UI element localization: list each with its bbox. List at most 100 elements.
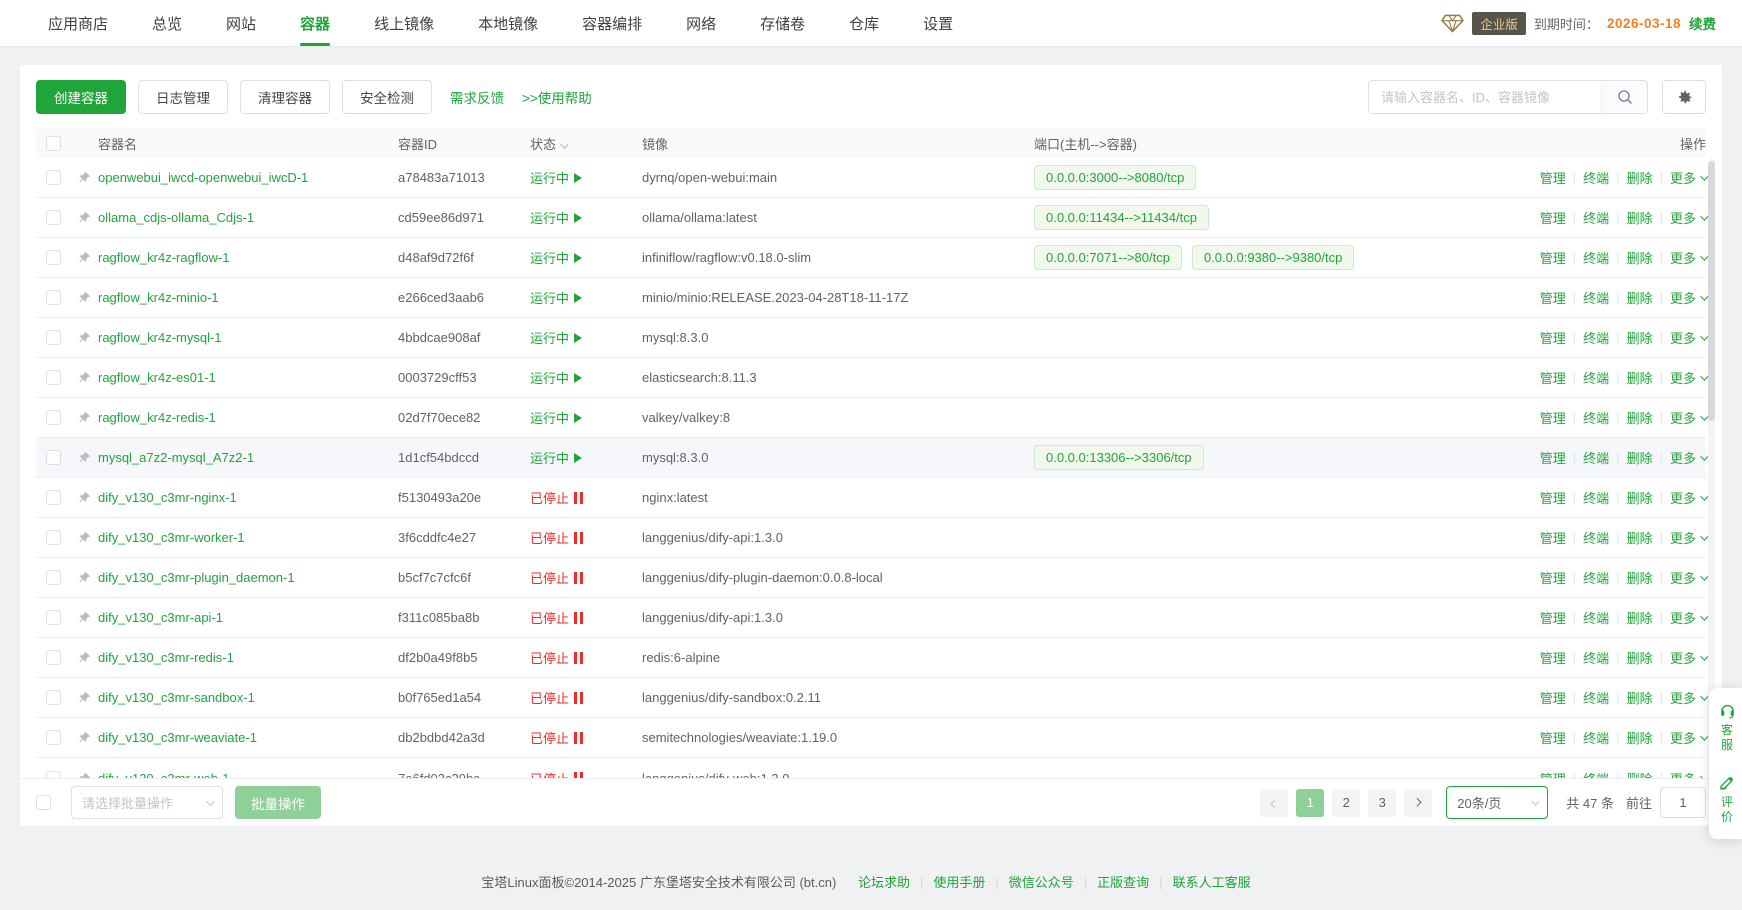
action-more[interactable]: 更多 xyxy=(1670,608,1706,627)
container-name-link[interactable]: ragflow_kr4z-redis-1 xyxy=(98,410,216,425)
tab-本地镜像[interactable]: 本地镜像 xyxy=(456,0,560,46)
action-delete[interactable]: 删除 xyxy=(1627,528,1653,547)
container-name-link[interactable]: dify_v130_c3mr-plugin_daemon-1 xyxy=(98,570,295,585)
container-name-link[interactable]: ollama_cdjs-ollama_Cdjs-1 xyxy=(98,210,254,225)
action-more[interactable]: 更多 xyxy=(1670,648,1706,667)
action-manage[interactable]: 管理 xyxy=(1540,568,1566,587)
footer-link-正版查询[interactable]: 正版查询 xyxy=(1097,875,1149,890)
action-delete[interactable]: 删除 xyxy=(1627,208,1653,227)
action-manage[interactable]: 管理 xyxy=(1540,248,1566,267)
table-scrollbar-thumb[interactable] xyxy=(1708,161,1715,421)
action-delete[interactable]: 删除 xyxy=(1627,408,1653,427)
action-delete[interactable]: 删除 xyxy=(1627,248,1653,267)
row-checkbox[interactable] xyxy=(46,450,61,465)
row-checkbox[interactable] xyxy=(46,610,61,625)
tab-应用商店[interactable]: 应用商店 xyxy=(26,0,130,46)
action-manage[interactable]: 管理 xyxy=(1540,488,1566,507)
container-name-link[interactable]: ragflow_kr4z-mysql-1 xyxy=(98,330,222,345)
action-manage[interactable]: 管理 xyxy=(1540,208,1566,227)
action-more[interactable]: 更多 xyxy=(1670,408,1706,427)
container-name-link[interactable]: dify_v130_c3mr-worker-1 xyxy=(98,530,245,545)
action-delete[interactable]: 删除 xyxy=(1627,168,1653,187)
footer-link-使用手册[interactable]: 使用手册 xyxy=(933,875,985,890)
action-more[interactable]: 更多 xyxy=(1670,248,1706,267)
row-checkbox[interactable] xyxy=(46,250,61,265)
feedback-link[interactable]: 需求反馈 xyxy=(450,87,504,107)
action-manage[interactable]: 管理 xyxy=(1540,608,1566,627)
tab-设置[interactable]: 设置 xyxy=(901,0,975,46)
action-delete[interactable]: 删除 xyxy=(1627,368,1653,387)
container-name-link[interactable]: openwebui_iwcd-openwebui_iwcD-1 xyxy=(98,170,308,185)
batch-operation-select[interactable]: 请选择批量操作 xyxy=(71,786,223,819)
row-checkbox[interactable] xyxy=(46,570,61,585)
action-terminal[interactable]: 终端 xyxy=(1583,408,1609,427)
tab-总览[interactable]: 总览 xyxy=(130,0,204,46)
tab-网站[interactable]: 网站 xyxy=(204,0,278,46)
tab-网络[interactable]: 网络 xyxy=(664,0,738,46)
action-delete[interactable]: 删除 xyxy=(1627,488,1653,507)
action-more[interactable]: 更多 xyxy=(1670,328,1706,347)
action-more[interactable]: 更多 xyxy=(1670,688,1706,707)
container-name-link[interactable]: mysql_a7z2-mysql_A7z2-1 xyxy=(98,450,254,465)
help-link[interactable]: >>使用帮助 xyxy=(522,87,592,107)
page-size-select[interactable]: 20条/页 xyxy=(1446,786,1548,819)
action-terminal[interactable]: 终端 xyxy=(1583,648,1609,667)
action-more[interactable]: 更多 xyxy=(1670,528,1706,547)
action-terminal[interactable]: 终端 xyxy=(1583,488,1609,507)
action-more[interactable]: 更多 xyxy=(1670,208,1706,227)
container-name-link[interactable]: dify_v130_c3mr-redis-1 xyxy=(98,650,234,665)
row-checkbox[interactable] xyxy=(46,650,61,665)
header-status[interactable]: 状态 xyxy=(530,134,642,153)
action-manage[interactable]: 管理 xyxy=(1540,648,1566,667)
action-more[interactable]: 更多 xyxy=(1670,448,1706,467)
row-checkbox[interactable] xyxy=(46,170,61,185)
action-manage[interactable]: 管理 xyxy=(1540,168,1566,187)
page-button-1[interactable]: 1 xyxy=(1296,789,1324,817)
container-name-link[interactable]: dify_v130_c3mr-api-1 xyxy=(98,610,223,625)
footer-link-论坛求助[interactable]: 论坛求助 xyxy=(858,875,910,890)
action-delete[interactable]: 删除 xyxy=(1627,688,1653,707)
renew-link[interactable]: 续费 xyxy=(1689,13,1716,33)
action-manage[interactable]: 管理 xyxy=(1540,408,1566,427)
row-checkbox[interactable] xyxy=(46,490,61,505)
action-terminal[interactable]: 终端 xyxy=(1583,248,1609,267)
row-checkbox[interactable] xyxy=(46,370,61,385)
tab-存储卷[interactable]: 存储卷 xyxy=(738,0,827,46)
batch-operation-button[interactable]: 批量操作 xyxy=(235,786,321,819)
row-checkbox[interactable] xyxy=(46,690,61,705)
action-manage[interactable]: 管理 xyxy=(1540,528,1566,547)
action-delete[interactable]: 删除 xyxy=(1627,288,1653,307)
action-terminal[interactable]: 终端 xyxy=(1583,728,1609,747)
tab-容器编排[interactable]: 容器编排 xyxy=(560,0,664,46)
action-more[interactable]: 更多 xyxy=(1670,368,1706,387)
container-name-link[interactable]: dify_v130_c3mr-weaviate-1 xyxy=(98,730,257,745)
tab-线上镜像[interactable]: 线上镜像 xyxy=(352,0,456,46)
select-all-checkbox[interactable] xyxy=(46,136,61,151)
action-manage[interactable]: 管理 xyxy=(1540,448,1566,467)
next-page-button[interactable] xyxy=(1404,789,1432,817)
container-name-link[interactable]: ragflow_kr4z-ragflow-1 xyxy=(98,250,230,265)
container-name-link[interactable]: ragflow_kr4z-minio-1 xyxy=(98,290,219,305)
row-checkbox[interactable] xyxy=(46,530,61,545)
action-manage[interactable]: 管理 xyxy=(1540,688,1566,707)
container-name-link[interactable]: ragflow_kr4z-es01-1 xyxy=(98,370,216,385)
action-terminal[interactable]: 终端 xyxy=(1583,528,1609,547)
action-terminal[interactable]: 终端 xyxy=(1583,208,1609,227)
batch-select-all-checkbox[interactable] xyxy=(36,795,51,810)
action-delete[interactable]: 删除 xyxy=(1627,568,1653,587)
action-more[interactable]: 更多 xyxy=(1670,168,1706,187)
action-manage[interactable]: 管理 xyxy=(1540,368,1566,387)
action-manage[interactable]: 管理 xyxy=(1540,328,1566,347)
footer-link-联系人工客服[interactable]: 联系人工客服 xyxy=(1173,875,1251,890)
action-manage[interactable]: 管理 xyxy=(1540,728,1566,747)
action-terminal[interactable]: 终端 xyxy=(1583,448,1609,467)
tab-仓库[interactable]: 仓库 xyxy=(827,0,901,46)
action-delete[interactable]: 删除 xyxy=(1627,328,1653,347)
action-terminal[interactable]: 终端 xyxy=(1583,568,1609,587)
row-checkbox[interactable] xyxy=(46,330,61,345)
action-more[interactable]: 更多 xyxy=(1670,488,1706,507)
action-more[interactable]: 更多 xyxy=(1670,568,1706,587)
customer-service-button[interactable]: 客服 xyxy=(1719,702,1736,753)
container-name-link[interactable]: dify_v130_c3mr-nginx-1 xyxy=(98,490,237,505)
page-button-3[interactable]: 3 xyxy=(1368,789,1396,817)
